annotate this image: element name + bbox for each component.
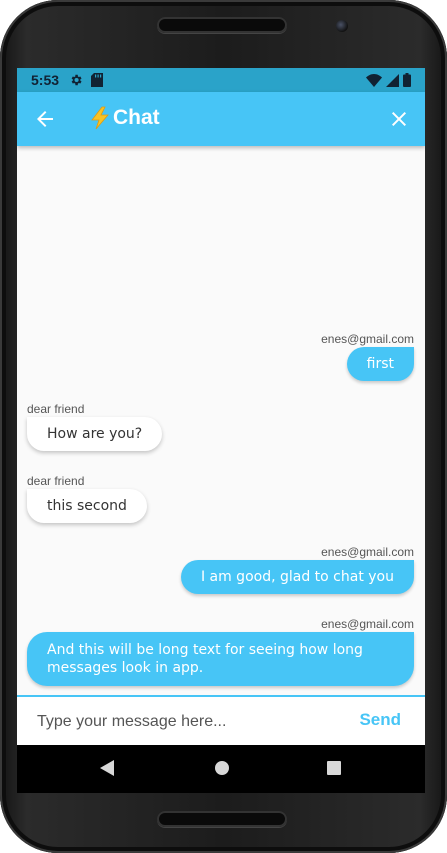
earpiece-speaker <box>157 17 287 33</box>
message-item: enes@gmail.com And this will be long tex… <box>27 617 414 686</box>
phone-frame: 5:53 Chat enes@gmail.com first dear frie… <box>0 0 447 853</box>
message-sender: enes@gmail.com <box>321 617 414 631</box>
home-circle-icon[interactable] <box>214 759 230 777</box>
message-item: enes@gmail.com I am good, glad to chat y… <box>180 545 414 594</box>
message-sender: enes@gmail.com <box>321 545 414 559</box>
battery-icon <box>403 73 411 87</box>
status-time: 5:53 <box>31 72 60 88</box>
app-bar: Chat <box>17 92 425 146</box>
wifi-icon <box>366 73 382 87</box>
message-item: dear friend this second <box>27 474 147 523</box>
send-button[interactable]: Send <box>359 710 401 730</box>
title-wrap: Chat <box>89 106 160 130</box>
signal-icon <box>386 73 399 87</box>
back-triangle-icon[interactable] <box>99 759 115 777</box>
system-nav-bar <box>17 745 425 793</box>
message-bubble: this second <box>27 489 147 523</box>
message-composer: Send <box>17 695 425 747</box>
message-item: dear friend How are you? <box>27 402 163 451</box>
message-bubble: I am good, glad to chat you <box>180 560 414 594</box>
arrow-back-icon[interactable] <box>33 107 57 131</box>
message-sender: enes@gmail.com <box>321 332 414 346</box>
close-icon[interactable] <box>387 107 411 131</box>
message-list[interactable]: enes@gmail.com first dear friend How are… <box>17 146 425 695</box>
message-bubble: first <box>346 347 414 381</box>
app-title: Chat <box>113 106 160 129</box>
gear-icon <box>71 74 82 86</box>
sd-card-icon <box>91 73 103 87</box>
screen: 5:53 Chat enes@gmail.com first dear frie… <box>17 68 425 793</box>
front-camera <box>336 20 348 32</box>
message-sender: dear friend <box>27 474 85 488</box>
message-sender: dear friend <box>27 402 85 416</box>
message-bubble: How are you? <box>27 417 163 451</box>
message-bubble: And this will be long text for seeing ho… <box>27 632 414 686</box>
message-item: enes@gmail.com first <box>321 332 414 381</box>
bottom-speaker <box>157 811 287 827</box>
recents-square-icon[interactable] <box>326 759 342 777</box>
lightning-bolt-icon <box>91 106 109 130</box>
status-bar: 5:53 <box>17 68 425 92</box>
message-input[interactable] <box>27 705 347 739</box>
